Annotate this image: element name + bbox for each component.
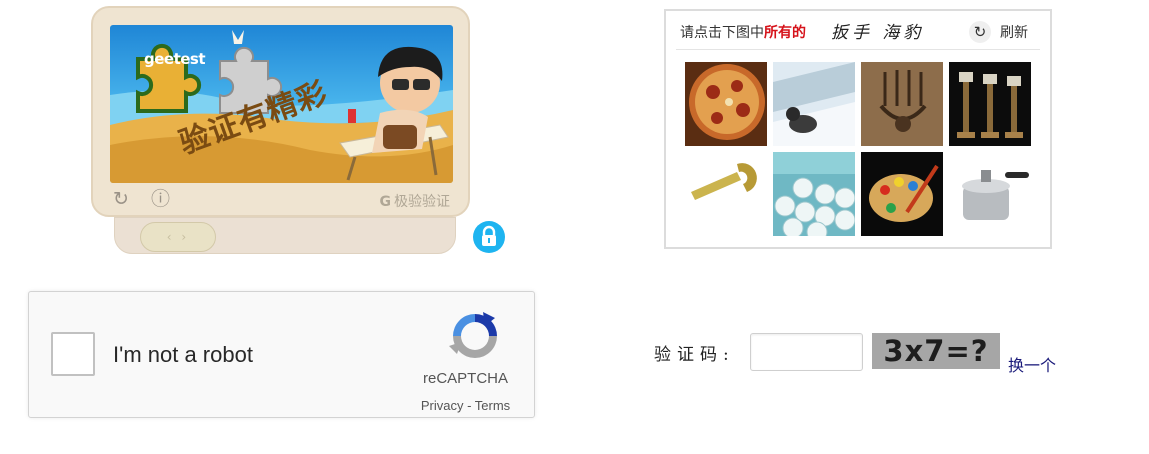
tile-wrench[interactable] xyxy=(685,152,767,236)
captcha-label: 验证码: xyxy=(654,345,735,365)
captcha-input[interactable] xyxy=(750,333,863,371)
tile-palette[interactable] xyxy=(861,152,943,236)
candlesticks-image xyxy=(949,62,1031,146)
chandelier-image xyxy=(861,62,943,146)
privacy-link[interactable]: Privacy xyxy=(421,398,464,413)
pills-image xyxy=(773,152,855,236)
terms-link[interactable]: Terms xyxy=(475,398,510,413)
select-target-word: 扳手 海豹 xyxy=(831,23,925,43)
wrench-image xyxy=(685,152,767,236)
select-instruction: 请点击下图中所有的 xyxy=(680,22,806,42)
palette-image xyxy=(861,152,943,236)
recaptcha-label: I'm not a robot xyxy=(113,342,253,367)
captcha-image: 3x7=? xyxy=(872,333,1000,369)
seal-image xyxy=(773,62,855,146)
geetest-brand: G 极验验证 xyxy=(380,191,451,211)
geetest-puzzle-image: geetest 验证有精彩 xyxy=(110,25,453,183)
refresh-label: 刷新 xyxy=(1000,25,1028,41)
recaptcha-links: Privacy - Terms xyxy=(409,398,522,413)
recaptcha-logo-icon xyxy=(449,312,497,358)
lock-icon[interactable] xyxy=(473,221,505,253)
recaptcha-brand: reCAPTCHA xyxy=(422,370,508,387)
switch-captcha-link[interactable]: 换一个 xyxy=(1008,352,1056,376)
tile-pizza[interactable] xyxy=(685,62,767,146)
refresh-button[interactable]: ↻ 刷新 xyxy=(967,19,1045,43)
tile-seal[interactable] xyxy=(773,62,855,146)
lock-glyph xyxy=(482,225,496,246)
tile-candlesticks[interactable] xyxy=(949,62,1031,146)
refresh-icon: ↻ xyxy=(969,21,991,43)
pizza-image xyxy=(685,62,767,146)
image-select-captcha: 请点击下图中所有的 扳手 海豹 ↻ 刷新 xyxy=(664,9,1052,249)
recaptcha-widget: I'm not a robot reCAPTCHA Privacy - Term… xyxy=(28,291,535,418)
divider xyxy=(676,49,1040,50)
slider-handle[interactable]: ‹ › xyxy=(140,222,216,252)
geetest-captcha-frame: geetest 验证有精彩 ↻ ⓘ G 极验验证 xyxy=(91,6,470,217)
geetest-logo: geetest xyxy=(144,50,206,68)
recaptcha-checkbox[interactable] xyxy=(51,332,95,376)
geetest-brand-icon: G xyxy=(379,194,392,210)
select-instruction-prefix: 请点击下图中 xyxy=(680,25,764,41)
tile-pressure-cooker[interactable] xyxy=(949,152,1031,236)
tile-pills[interactable] xyxy=(773,152,855,236)
info-icon[interactable]: ⓘ xyxy=(151,189,170,209)
pressure-cooker-image xyxy=(949,152,1031,236)
geetest-brand-label: 极验验证 xyxy=(394,194,450,210)
tile-chandelier[interactable] xyxy=(861,62,943,146)
select-instruction-highlight: 所有的 xyxy=(764,25,806,41)
links-separator: - xyxy=(463,398,475,413)
refresh-icon[interactable]: ↻ xyxy=(113,189,129,209)
